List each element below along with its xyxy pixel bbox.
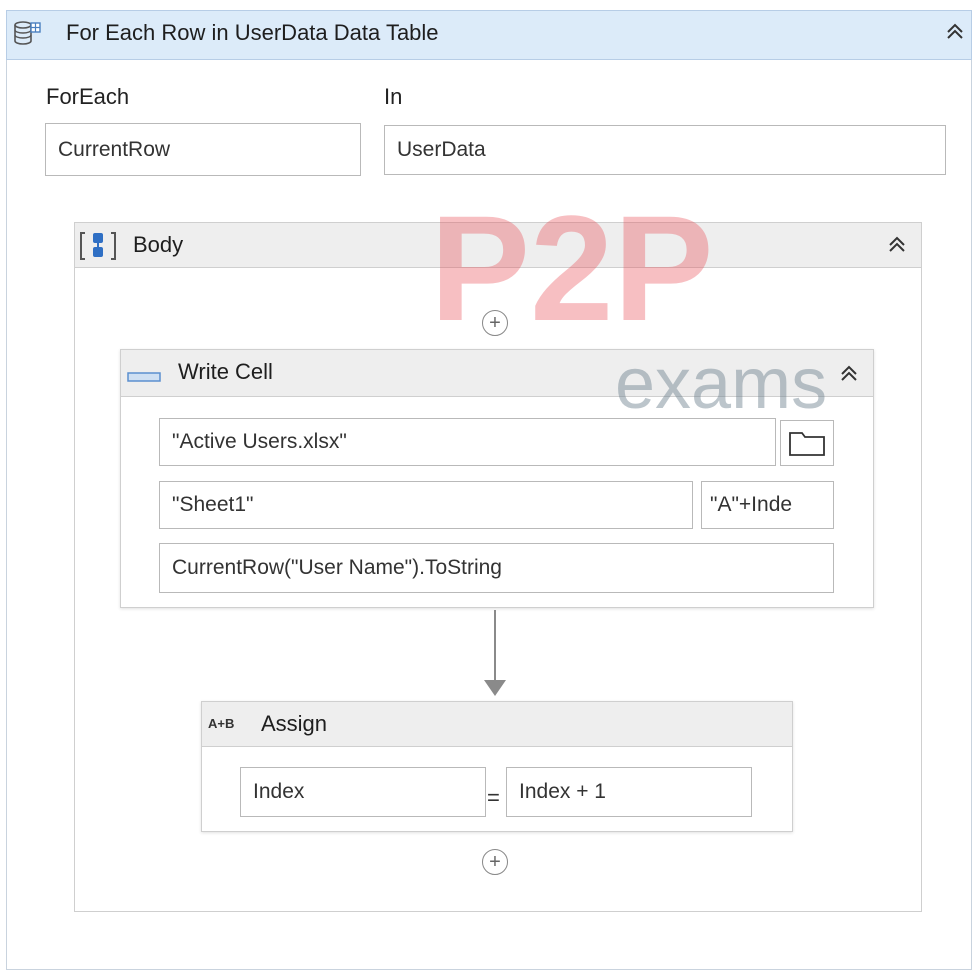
assign-title: Assign (261, 711, 328, 736)
assign-to-field[interactable]: Index (240, 767, 486, 817)
in-field[interactable]: UserData (384, 125, 946, 175)
body-title: Body (133, 232, 184, 257)
in-label: In (384, 84, 403, 109)
sequence-icon (78, 229, 118, 263)
folder-icon[interactable] (780, 420, 834, 466)
foreach-item-field[interactable]: CurrentRow (45, 123, 361, 176)
double-chevron-up-icon[interactable] (886, 233, 908, 261)
connector-line (494, 610, 496, 682)
range-field[interactable]: "A"+Inde (701, 481, 834, 529)
double-chevron-up-icon[interactable] (944, 20, 966, 48)
plus-circle-icon[interactable]: + (482, 849, 508, 875)
write-cell-icon (127, 369, 161, 382)
double-chevron-up-icon[interactable] (838, 362, 860, 390)
workbook-path-field[interactable]: "Active Users.xlsx" (159, 418, 776, 466)
sheet-name-field[interactable]: "Sheet1" (159, 481, 693, 529)
plus-circle-icon[interactable]: + (482, 310, 508, 336)
connector-arrow (484, 680, 506, 696)
write-cell-title: Write Cell (178, 359, 273, 384)
body-header[interactable] (74, 222, 922, 268)
assign-icon: A+B (208, 716, 235, 731)
value-field[interactable]: CurrentRow("User Name").ToString (159, 543, 834, 593)
datatable-icon (12, 19, 42, 49)
foreach-item-label: ForEach (46, 84, 130, 109)
foreach-title: For Each Row in UserData Data Table (66, 20, 439, 45)
assign-equals: = (487, 785, 500, 810)
assign-value-field[interactable]: Index + 1 (506, 767, 752, 817)
